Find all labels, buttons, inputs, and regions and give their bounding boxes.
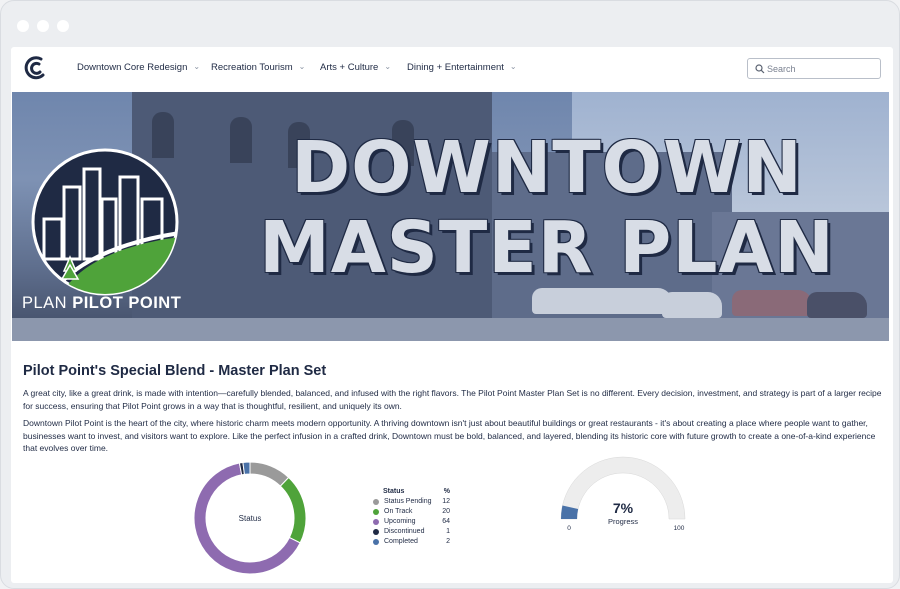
- status-donut-chart: Status: [193, 461, 307, 575]
- window-minimize-dot[interactable]: [37, 20, 49, 32]
- emblem-word-plan: PLAN: [22, 294, 68, 312]
- legend-value: 20: [442, 508, 450, 515]
- legend-value: 2: [446, 538, 450, 545]
- hero-car: [732, 290, 812, 316]
- legend-row: Completed 2: [373, 538, 473, 548]
- gauge-min-label: 0: [567, 525, 571, 532]
- legend-row: Status Pending 12: [373, 498, 473, 508]
- gauge-value: 7%: [613, 500, 634, 516]
- downtown-paragraph: Downtown Pilot Point is the heart of the…: [23, 418, 876, 453]
- hero-car: [532, 288, 672, 314]
- chevron-down-icon: ⌄: [509, 62, 517, 71]
- legend-label: Status Pending: [384, 498, 432, 505]
- legend-swatch: [373, 539, 379, 545]
- legend-swatch: [373, 519, 379, 525]
- legend-swatch: [373, 529, 379, 535]
- site-logo-icon[interactable]: [23, 55, 47, 81]
- legend-swatch: [373, 509, 379, 515]
- nav-item-label: Dining + Entertainment: [407, 62, 504, 73]
- gauge-label: Progress: [608, 517, 638, 526]
- legend-label: Completed: [384, 538, 418, 545]
- donut-center-label: Status: [239, 514, 262, 523]
- web-page: Downtown Core Redesign ⌄ Recreation Touri…: [11, 47, 893, 583]
- donut-slice-completed[interactable]: [242, 461, 251, 475]
- hero-title-line1: DOWNTOWN: [291, 126, 803, 209]
- top-nav: Downtown Core Redesign ⌄ Recreation Touri…: [11, 47, 893, 91]
- legend-row: Upcoming 64: [373, 518, 473, 528]
- main-content: Pilot Point's Special Blend - Master Pla…: [23, 363, 883, 460]
- progress-gauge: 7% Progress 0 100: [560, 456, 686, 532]
- nav-item-dining-entertainment[interactable]: Dining + Entertainment ⌄: [407, 62, 517, 73]
- page-heading: Pilot Point's Special Blend - Master Pla…: [23, 363, 327, 379]
- legend-header: Status %: [373, 488, 473, 498]
- search-icon: [755, 64, 765, 74]
- chevron-down-icon: ⌄: [298, 62, 306, 71]
- chevron-down-icon: ⌄: [193, 62, 201, 71]
- nav-item-label: Recreation Tourism: [211, 62, 293, 73]
- legend-value: 12: [442, 498, 450, 505]
- search-box[interactable]: [747, 58, 881, 79]
- nav-item-label: Arts + Culture: [320, 62, 379, 73]
- legend-value: 64: [442, 518, 450, 525]
- legend-label: Upcoming: [384, 518, 416, 525]
- nav-item-arts-culture[interactable]: Arts + Culture ⌄: [320, 62, 391, 73]
- nav-item-recreation-tourism[interactable]: Recreation Tourism ⌄: [211, 62, 305, 73]
- legend-label: On Track: [384, 508, 413, 515]
- legend-value: 1: [446, 528, 450, 535]
- window-maximize-dot[interactable]: [57, 20, 69, 32]
- legend-header-percent: %: [443, 488, 450, 495]
- hero-title: DOWNTOWN MASTER PLAN: [212, 128, 882, 288]
- donut-slice-on-track[interactable]: [279, 476, 307, 544]
- nav-item-label: Downtown Core Redesign: [77, 62, 188, 73]
- legend-header-status: Status: [383, 488, 405, 495]
- emblem-wordmark: PLAN PILOT POINT: [22, 294, 192, 313]
- hero-title-line2: MASTER PLAN: [259, 206, 835, 289]
- emblem-word-pilot-point: PILOT POINT: [72, 294, 182, 312]
- window-titlebar: [1, 1, 899, 47]
- intro-paragraph: A great city, like a great drink, is mad…: [23, 388, 882, 411]
- browser-window: Downtown Core Redesign ⌄ Recreation Touri…: [0, 0, 900, 589]
- legend-label: Discontinued: [384, 528, 425, 535]
- hero-car: [662, 292, 722, 318]
- nav-item-downtown-core[interactable]: Downtown Core Redesign ⌄: [77, 62, 200, 73]
- hero-street: [12, 318, 889, 341]
- gauge-max-label: 100: [674, 525, 685, 532]
- status-legend: Status % Status Pending 12 On Track 20 Upcom…: [373, 488, 473, 548]
- search-input[interactable]: [767, 61, 875, 76]
- plan-pilot-point-emblem-icon: [31, 148, 179, 296]
- chevron-down-icon: ⌄: [384, 62, 392, 71]
- window-close-dot[interactable]: [17, 20, 29, 32]
- legend-row: Discontinued 1: [373, 528, 473, 538]
- hero-car: [807, 292, 867, 318]
- hero-banner: DOWNTOWN MASTER PLAN PLAN PILOT POINT: [12, 92, 889, 341]
- donut-slice-status-pending[interactable]: [249, 461, 290, 487]
- legend-row: On Track 20: [373, 508, 473, 518]
- legend-swatch: [373, 499, 379, 505]
